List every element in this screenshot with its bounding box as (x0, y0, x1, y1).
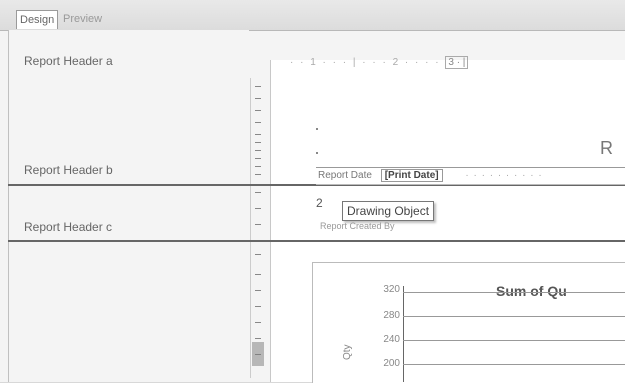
chart-gridline (403, 316, 625, 317)
section-report-header-b[interactable]: Report Header b (24, 163, 113, 177)
ruler-zoom-box: 3 · | (445, 56, 469, 69)
ruler-marks: · · 1 · · · | · · · 2 · · · · (290, 57, 441, 68)
report-created-by-label[interactable]: Report Created By (320, 221, 395, 231)
report-title[interactable]: R (600, 138, 613, 159)
ruler-marker-block (252, 342, 264, 366)
chart-y-tick: 200 (383, 358, 400, 369)
report-date-label: Report Date (318, 170, 372, 181)
chart-gridline (403, 364, 625, 365)
tab-preview[interactable]: Preview (60, 10, 146, 28)
drawing-object-tooltip: Drawing Object (342, 201, 435, 221)
section-report-header-c[interactable]: Report Header c (24, 220, 112, 234)
grid-dot (316, 128, 318, 130)
print-date-field[interactable]: [Print Date] (380, 169, 443, 182)
report-date-field[interactable]: Report Date [Print Date] · · · · · · · ·… (316, 167, 625, 185)
chart-gridline (403, 340, 625, 341)
chart-title: Sum of Qu (496, 283, 567, 299)
marker-text[interactable]: 2 (316, 196, 323, 210)
chart-y-label: Qty (342, 344, 353, 360)
tab-design[interactable]: Design (16, 10, 59, 29)
section-divider[interactable] (8, 240, 625, 242)
grid-dot (316, 152, 318, 154)
field-trailing: · · · · · · · · · · (465, 170, 543, 181)
chart-gridline (403, 292, 625, 293)
section-report-header-a[interactable]: Report Header a (24, 54, 113, 68)
chart-y-tick: 320 (383, 284, 400, 295)
view-tabbar: Design Preview (0, 0, 625, 31)
chart-y-axis (403, 286, 404, 382)
vertical-ruler (250, 78, 265, 378)
report-designer: Design Preview Report Header a Report He… (0, 0, 625, 383)
chart-y-tick: 280 (383, 310, 400, 321)
chart-y-tick: 240 (383, 334, 400, 345)
horizontal-ruler: · · 1 · · · | · · · 2 · · · · 3 · | (290, 56, 625, 70)
section-panel (8, 30, 249, 382)
